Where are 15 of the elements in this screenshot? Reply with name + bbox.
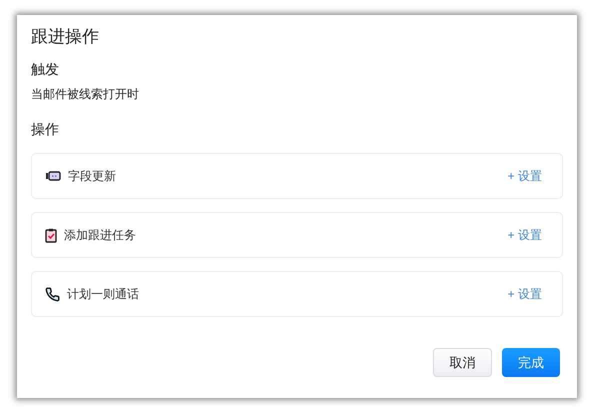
- action-label: 添加跟进任务: [64, 227, 136, 244]
- trigger-description: 当邮件被线索打开时: [31, 86, 140, 103]
- setup-link[interactable]: + 设置: [508, 285, 542, 303]
- tag-icon: [45, 170, 61, 182]
- section-heading: 触发: [31, 60, 60, 79]
- action-label: 字段更新: [68, 168, 116, 185]
- clipboard-check-icon: [45, 228, 57, 242]
- setup-link[interactable]: + 设置: [508, 226, 542, 244]
- phone-icon: [45, 286, 60, 302]
- action-label: 计划一则通话: [67, 286, 139, 303]
- section-heading: 操作: [31, 120, 60, 139]
- done-button[interactable]: 完成: [502, 348, 560, 377]
- cancel-button[interactable]: 取消: [433, 348, 492, 377]
- dialog-title: 跟进操作: [31, 26, 100, 48]
- setup-link[interactable]: + 设置: [508, 167, 542, 185]
